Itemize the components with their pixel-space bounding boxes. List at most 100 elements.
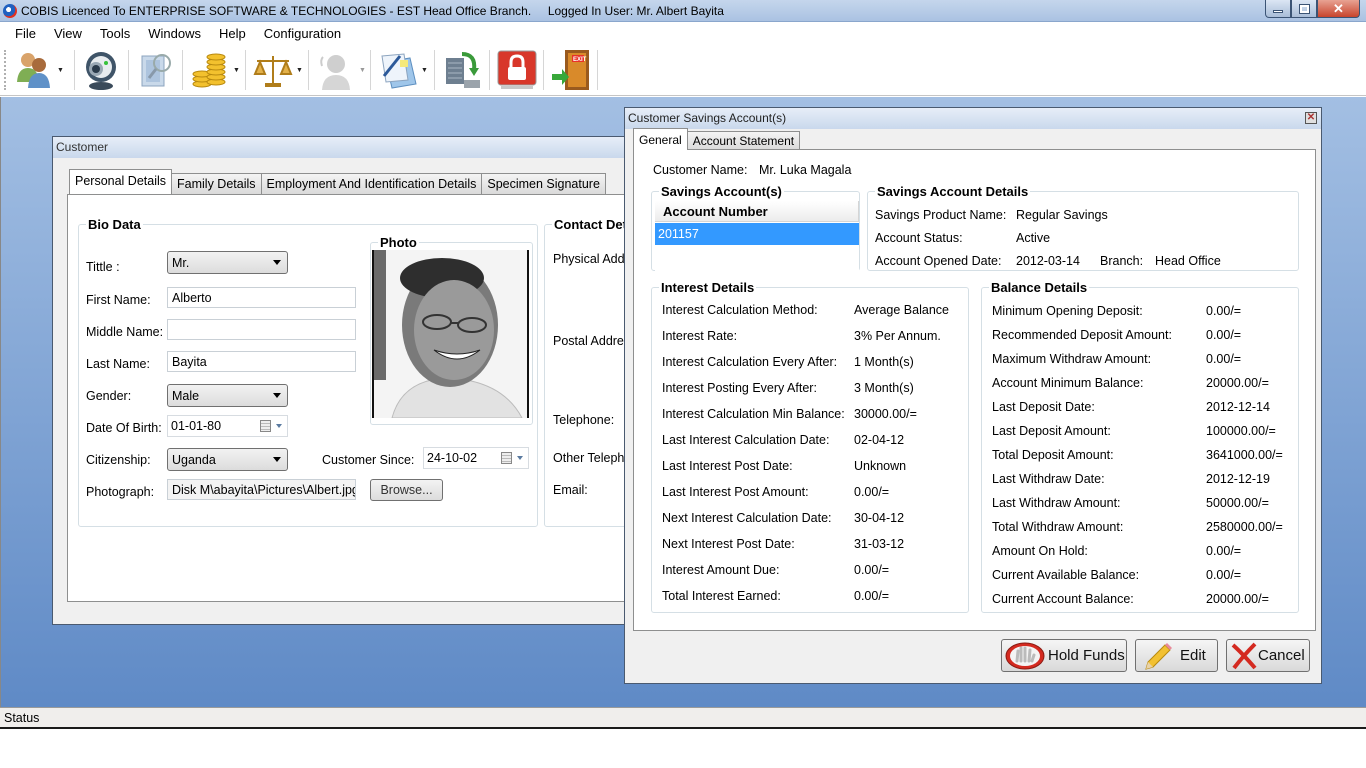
calendar-icon[interactable] [260, 420, 271, 432]
balance-detail-label: Last Deposit Date: [992, 400, 1095, 414]
tab-personal-details[interactable]: Personal Details [69, 169, 173, 194]
toolbar-backup-button[interactable] [440, 48, 484, 92]
balance-detail-value: 3641000.00/= [1206, 448, 1283, 462]
webcam-icon [86, 52, 116, 90]
interest-detail-value: 1 Month(s) [854, 355, 914, 369]
browse-button[interactable]: Browse... [370, 479, 443, 501]
account-number-column-header[interactable]: Account Number [655, 201, 859, 222]
savings-account-window: Customer Savings Account(s) ✕ General Ac… [624, 107, 1322, 684]
dropdown-arrow-icon[interactable]: ▼ [57, 67, 64, 74]
chevron-down-icon[interactable] [517, 456, 523, 460]
table-row[interactable]: 201157 [655, 223, 859, 245]
account-opened-label: Account Opened Date: [875, 254, 1002, 268]
interest-detail-label: Total Interest Earned: [662, 589, 781, 603]
photograph-path-input[interactable]: Disk M\abayita\Pictures\Albert.jpg [167, 479, 356, 500]
svg-text:EXIT: EXIT [573, 57, 587, 63]
interest-detail-label: Interest Calculation Every After: [662, 355, 838, 369]
menu-configuration[interactable]: Configuration [255, 26, 350, 41]
interest-detail-label: Next Interest Calculation Date: [662, 511, 832, 525]
close-button[interactable]: ✕ [1317, 0, 1360, 18]
interest-detail-value: 0.00/= [854, 485, 890, 499]
menu-tools[interactable]: Tools [91, 26, 139, 41]
maximize-button[interactable] [1291, 0, 1317, 18]
cancel-button[interactable]: Cancel [1226, 639, 1310, 672]
balance-detail-label: Last Withdraw Date: [992, 472, 1105, 486]
title-select[interactable]: Mr. [167, 251, 288, 274]
balance-details-title: Balance Details [989, 280, 1090, 295]
citizenship-select[interactable]: Uganda [167, 448, 288, 471]
interest-detail-value: 30-04-12 [854, 511, 905, 525]
menu-windows[interactable]: Windows [139, 26, 210, 41]
chevron-down-icon[interactable] [276, 424, 282, 428]
interest-detail-label: Interest Amount Due: [662, 563, 780, 577]
customer-since-date-picker[interactable]: 24-10-02 [423, 447, 529, 469]
hand-stop-icon [1005, 642, 1045, 669]
toolbar-separator [245, 50, 246, 90]
toolbar-separator [597, 50, 598, 90]
middle-name-input[interactable] [167, 319, 356, 340]
toolbar-documents-button[interactable]: ▼ [376, 48, 428, 92]
toolbar-separator [489, 50, 490, 90]
photograph-label: Photograph: [86, 485, 155, 499]
menu-view[interactable]: View [45, 26, 91, 41]
customer-window-caption: Customer [53, 137, 631, 158]
toolbar-lock-button[interactable] [495, 48, 539, 92]
citizenship-select-value: Uganda [172, 453, 216, 467]
toolbar-grip[interactable] [4, 50, 7, 90]
balance-detail-value: 20000.00/= [1206, 376, 1269, 390]
toolbar-legal-button[interactable]: ▼ [251, 48, 303, 92]
gender-select-value: Male [172, 389, 200, 403]
tab-family-details[interactable]: Family Details [171, 173, 262, 194]
toolbar-search-button[interactable] [134, 48, 178, 92]
close-icon: ✕ [1333, 0, 1344, 16]
dropdown-arrow-icon[interactable]: ▼ [359, 67, 366, 74]
dropdown-arrow-icon[interactable]: ▼ [296, 67, 303, 74]
dropdown-arrow-icon[interactable]: ▼ [233, 67, 240, 74]
minimize-icon [1273, 10, 1283, 13]
dropdown-arrow-icon[interactable]: ▼ [421, 67, 428, 74]
menu-bar: File View Tools Windows Help Configurati… [0, 22, 1366, 44]
tab-employment-identification[interactable]: Employment And Identification Details [260, 173, 483, 194]
tab-account-statement[interactable]: Account Statement [686, 131, 801, 150]
toolbar-finance-button[interactable]: ▼ [188, 48, 240, 92]
balance-detail-label: Total Withdraw Amount: [992, 520, 1124, 534]
interest-detail-label: Interest Rate: [662, 329, 738, 343]
minimize-button[interactable] [1265, 0, 1291, 18]
window-controls: ✕ [1265, 0, 1360, 18]
toolbar-exit-button[interactable]: EXIT [549, 48, 593, 92]
close-icon[interactable]: ✕ [1305, 112, 1317, 124]
balance-detail-value: 0.00/= [1206, 568, 1242, 582]
toolbar-webcam-button[interactable] [79, 48, 123, 92]
gender-select[interactable]: Male [167, 384, 288, 407]
toolbar-separator [434, 50, 435, 90]
tab-specimen-signature[interactable]: Specimen Signature [481, 173, 606, 194]
edit-button[interactable]: Edit [1135, 639, 1218, 672]
personal-details-panel: Bio Data Tittle : Mr. First Name: Albert… [67, 194, 664, 602]
first-name-input[interactable]: Alberto [167, 287, 356, 308]
toolbar: ▼ ▼ ▼ ▼ ▼ EXIT [0, 44, 1366, 96]
branch-label: Branch: [1100, 254, 1144, 268]
balance-detail-label: Current Available Balance: [992, 568, 1140, 582]
balance-detail-value: 20000.00/= [1206, 592, 1269, 606]
status-bar: Status [0, 707, 1366, 729]
toolbar-users-button[interactable]: ▼ [12, 48, 64, 92]
savings-accounts-title: Savings Account(s) [659, 184, 784, 199]
interest-detail-value: 02-04-12 [854, 433, 905, 447]
title-select-value: Mr. [172, 256, 190, 270]
postal-address-label: Postal Addres [553, 334, 631, 348]
menu-help[interactable]: Help [210, 26, 255, 41]
dob-date-picker[interactable]: 01-01-80 [167, 415, 288, 437]
pencil-icon [1145, 642, 1172, 670]
physical-address-label: Physical Addr [553, 252, 629, 266]
interest-detail-value: 0.00/= [854, 563, 890, 577]
calendar-icon[interactable] [501, 452, 512, 464]
balance-detail-label: Recommended Deposit Amount: [992, 328, 1172, 342]
last-name-input[interactable]: Bayita [167, 351, 356, 372]
menu-file[interactable]: File [6, 26, 45, 41]
toolbar-support-button[interactable]: ▼ [314, 48, 366, 92]
hold-funds-button[interactable]: Hold Funds [1001, 639, 1127, 672]
product-name-label: Savings Product Name: [875, 208, 1007, 222]
tab-general[interactable]: General [633, 128, 688, 150]
status-text: Status [4, 711, 40, 725]
balance-detail-label: Total Deposit Amount: [992, 448, 1114, 462]
